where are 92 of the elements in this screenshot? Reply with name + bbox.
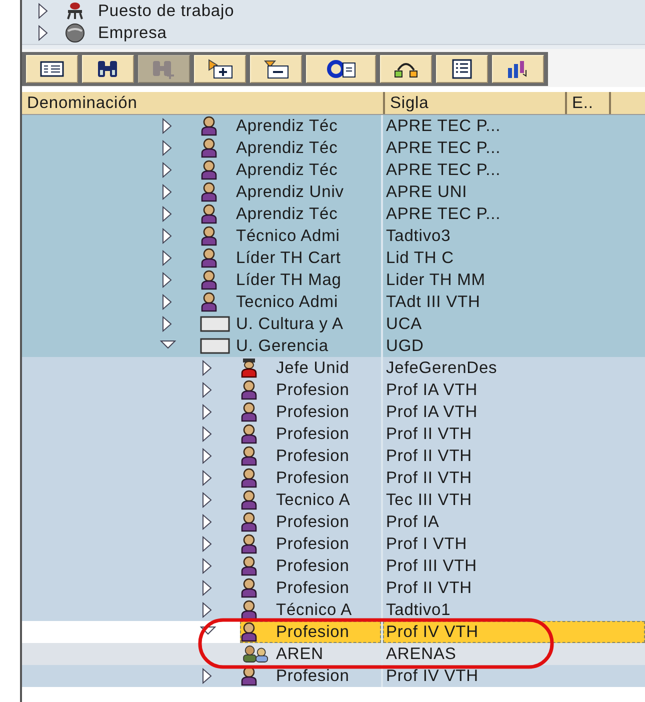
tree-item-label: Profesion [275,534,350,554]
tree-item-label: Líder TH Mag [235,270,342,290]
tree-item-code: Tadtivo1 [386,600,451,620]
tree-item-code: Lider TH MM [386,270,486,290]
collapse-icon [262,58,290,80]
person-icon [240,556,258,576]
tree-item-code: Prof I VTH [386,534,468,554]
tree-item-code: JefeGerenDes [386,358,498,378]
person-icon [240,424,258,444]
refresh-icon [325,58,357,80]
nav-item[interactable]: Puesto de trabajo [98,2,234,20]
tree-item-code: Prof II VTH [386,578,472,598]
tree-item-code: Prof IA VTH [386,402,478,422]
tree-item-code: APRE TEC P... [386,160,501,180]
expand-button[interactable] [194,54,246,82]
expand-icon [206,58,234,80]
selected-row-highlight[interactable]: Profesion [240,621,381,643]
tree-item-label: Profesion [275,380,350,400]
person-icon [240,446,258,466]
refresh-button[interactable] [306,54,376,82]
tree-item-label: Profesion [275,666,350,686]
split-button[interactable] [380,54,432,82]
nav-item[interactable]: Empresa [98,24,167,42]
tree-item-label: Aprendiz Téc [235,204,338,224]
details-button[interactable] [436,54,488,82]
tree-item-code: Prof II VTH [386,446,472,466]
person-icon [240,512,258,532]
unit-icon [200,338,230,354]
collapse-button[interactable] [250,54,302,82]
tree-item-code: Prof IA VTH [386,380,478,400]
person-icon [240,578,258,598]
tree-item-label: Jefe Unid [275,358,350,378]
tree-item-code: Prof IA [386,512,440,532]
person-icon [200,116,218,136]
person-icon [200,138,218,158]
person-icon [200,292,218,312]
tree-item-label: Profesion [275,402,350,422]
person-icon [200,204,218,224]
tree-item-label: Profesion [275,424,350,444]
tree-item-code: APRE TEC P... [386,204,501,224]
tree-item-code: UCA [386,314,422,334]
desk-icon [64,2,86,20]
tree-item-code: APRE UNI [386,182,468,202]
tree-item-code: Tadtivo3 [386,226,451,246]
person-icon [240,622,258,642]
tree-item-label: Aprendiz Téc [235,160,338,180]
person-icon [240,666,258,686]
columns-button[interactable] [492,54,544,82]
find-button[interactable] [82,54,134,82]
tree-item-label: Profesion [275,622,350,642]
tree-item-code: APRE TEC P... [386,138,501,158]
tree-item-label: Profesion [275,512,350,532]
tree-item-label: Aprendiz Téc [235,116,338,136]
person-icon [200,248,218,268]
unit-icon [200,316,230,332]
tree-item-label: Técnico Admi [235,226,340,246]
tree-item-code: UGD [386,336,424,356]
person-icon [240,490,258,510]
tree-item-label: Profesion [275,468,350,488]
person-icon [200,270,218,290]
person-icon [200,182,218,202]
tree-item-label: U. Cultura y A [235,314,344,334]
tree-item-label: AREN [275,644,324,664]
tree-item-label: Líder TH Cart [235,248,341,268]
tree-item-code: APRE TEC P... [386,116,501,136]
person-icon [200,160,218,180]
list-button[interactable] [26,54,78,82]
tree-item-label: Profesion [275,578,350,598]
tree-item-code: Prof IV VTH [386,666,478,686]
person-icon [240,468,258,488]
tree-item-code: ARENAS [386,644,456,664]
tree-item-code: Prof II VTH [386,468,472,488]
person-icon [240,402,258,422]
tree-item-label: Profesion [275,556,350,576]
tree-item-code: TAdt III VTH [386,292,480,312]
tree-item-label: Profesion [275,446,350,466]
tree-item-code: Prof III VTH [386,556,477,576]
tree-item-label: Técnico A [275,600,352,620]
person-icon [240,380,258,400]
tree-item-code: Lid TH C [386,248,454,268]
person-icon [200,226,218,246]
tree-item-label: Aprendiz Univ [235,182,344,202]
tree-item-label: Tecnico A [275,490,350,510]
tree-item-code: Tec III VTH [386,490,472,510]
tree-item-label: U. Gerencia [235,336,328,356]
person-icon [240,534,258,554]
tree-item-label: Aprendiz Téc [235,138,338,158]
tree-item-code: Prof IV VTH [386,622,478,642]
manager-icon [240,358,258,378]
tree-item-label: Tecnico Admi [235,292,338,312]
person-icon [240,600,258,620]
tree-item-code: Prof II VTH [386,424,472,444]
